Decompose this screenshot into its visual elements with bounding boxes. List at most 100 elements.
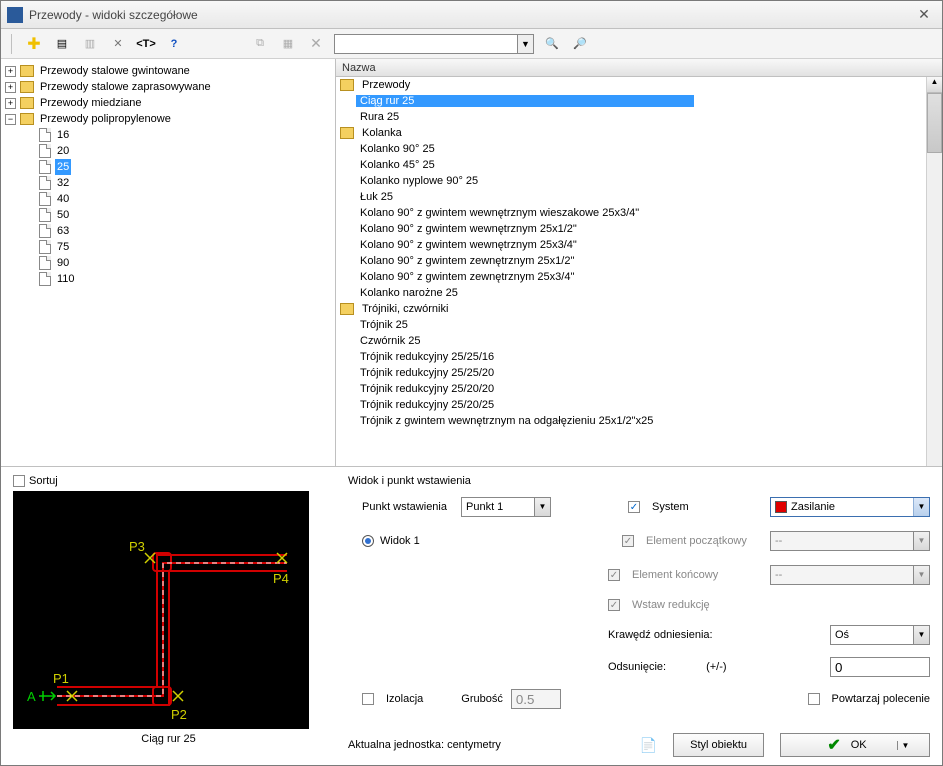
- props-section-title: Widok i punkt wstawienia: [348, 475, 930, 487]
- expand-icon[interactable]: +: [5, 98, 16, 109]
- copy-icon[interactable]: ⧉: [250, 34, 270, 54]
- collapse-icon[interactable]: −: [5, 114, 16, 125]
- list-icon[interactable]: ▥: [80, 34, 100, 54]
- punkt-label: Punkt wstawienia: [362, 501, 447, 513]
- list-item[interactable]: Trójnik z gwintem wewnętrznym na odgałęz…: [336, 413, 942, 429]
- widok-radio[interactable]: [362, 535, 374, 547]
- krawedz-combo[interactable]: Oś ▼: [830, 625, 930, 645]
- tree-panel: +Przewody stalowe gwintowane+Przewody st…: [1, 59, 336, 466]
- paste-icon[interactable]: ▦: [278, 34, 298, 54]
- list-item[interactable]: Trójnik redukcyjny 25/20/20: [336, 381, 942, 397]
- tree-item[interactable]: 16: [5, 127, 331, 143]
- list-group[interactable]: Trójniki, czwórniki: [336, 301, 942, 317]
- list-label: Trójnik redukcyjny 25/20/25: [356, 399, 498, 411]
- list-label: Czwórnik 25: [356, 335, 425, 347]
- detail-icon[interactable]: ▤: [52, 34, 72, 54]
- list-item[interactable]: Rura 25: [336, 109, 942, 125]
- close-button[interactable]: ✕: [912, 5, 936, 25]
- list-group[interactable]: Przewody: [336, 77, 942, 93]
- tree-label: 90: [55, 255, 71, 271]
- tools-icon[interactable]: ✕: [108, 34, 128, 54]
- text-icon[interactable]: <T>: [136, 34, 156, 54]
- chevron-down-icon: ▼: [913, 532, 929, 550]
- list-item[interactable]: Kolanko 90° 25: [336, 141, 942, 157]
- tree-item[interactable]: 90: [5, 255, 331, 271]
- tree-item[interactable]: 75: [5, 239, 331, 255]
- list-item[interactable]: Kolano 90° z gwintem wewnętrznym 25x1/2": [336, 221, 942, 237]
- file-icon: [39, 272, 51, 286]
- find-icon[interactable]: 🔎: [570, 34, 590, 54]
- list-item[interactable]: Trójnik redukcyjny 25/20/25: [336, 397, 942, 413]
- filter-combo[interactable]: ▼: [334, 34, 534, 54]
- expand-icon[interactable]: +: [5, 66, 16, 77]
- list-item[interactable]: Trójnik 25: [336, 317, 942, 333]
- tree-item[interactable]: 40: [5, 191, 331, 207]
- list-item[interactable]: Kolanko nyplowe 90° 25: [336, 173, 942, 189]
- list-item[interactable]: Kolanko narożne 25: [336, 285, 942, 301]
- list-item[interactable]: Kolano 90° z gwintem zewnętrznym 25x1/2": [336, 253, 942, 269]
- list-header[interactable]: Nazwa: [336, 59, 942, 77]
- list-group[interactable]: Kolanka: [336, 125, 942, 141]
- list-item[interactable]: Kolano 90° z gwintem wewnętrznym 25x3/4": [336, 237, 942, 253]
- list-item[interactable]: Trójnik redukcyjny 25/25/20: [336, 365, 942, 381]
- system-combo[interactable]: Zasilanie ▼: [770, 497, 930, 517]
- preview-p4-label: P4: [273, 571, 289, 586]
- tree-folder[interactable]: +Przewody stalowe zaprasowywane: [5, 79, 331, 95]
- system-checkbox[interactable]: [628, 501, 640, 513]
- folder-icon: [340, 127, 354, 139]
- list-item[interactable]: Czwórnik 25: [336, 333, 942, 349]
- list-label: Kolanko narożne 25: [356, 287, 462, 299]
- tree-item[interactable]: 20: [5, 143, 331, 159]
- search-icon[interactable]: 🔍: [542, 34, 562, 54]
- folder-icon: [20, 81, 34, 93]
- folder-icon: [20, 97, 34, 109]
- check-icon: ✔: [827, 735, 840, 755]
- help-icon[interactable]: ?: [164, 34, 184, 54]
- tree-item[interactable]: 50: [5, 207, 331, 223]
- list-item[interactable]: Kolano 90° z gwintem wewnętrznym wieszak…: [336, 205, 942, 221]
- izolacja-label: Izolacja: [386, 693, 423, 705]
- list-label: Kolanko 45° 25: [356, 159, 439, 171]
- list-body[interactable]: PrzewodyCiąg rur 25Rura 25KolankaKolanko…: [336, 77, 942, 466]
- tree-folder[interactable]: − Przewody polipropylenowe: [5, 111, 331, 127]
- izolacja-checkbox[interactable]: [362, 693, 374, 705]
- tree-item[interactable]: 25: [5, 159, 331, 175]
- list-item[interactable]: Kolano 90° z gwintem zewnętrznym 25x3/4": [336, 269, 942, 285]
- elem-kon-combo: -- ▼: [770, 565, 930, 585]
- list-item[interactable]: Trójnik redukcyjny 25/25/16: [336, 349, 942, 365]
- list-item[interactable]: Łuk 25: [336, 189, 942, 205]
- punkt-combo[interactable]: Punkt 1 ▼: [461, 497, 551, 517]
- styl-icon[interactable]: 📄: [640, 737, 657, 754]
- delete-icon[interactable]: ✕: [306, 34, 326, 54]
- preview-column: Sortuj: [1, 467, 336, 765]
- odsun-input[interactable]: [830, 657, 930, 677]
- expand-icon[interactable]: +: [5, 82, 16, 93]
- ok-button[interactable]: ✔ OK ▼: [780, 733, 930, 757]
- sortuj-checkbox[interactable]: [13, 475, 25, 487]
- tree-item[interactable]: 110: [5, 271, 331, 287]
- styl-button[interactable]: Styl obiektu: [673, 733, 764, 757]
- list-item[interactable]: Kolanko 45° 25: [336, 157, 942, 173]
- category-tree[interactable]: +Przewody stalowe gwintowane+Przewody st…: [1, 59, 335, 466]
- grubosc-label: Grubość: [461, 693, 503, 705]
- tree-folder[interactable]: +Przewody stalowe gwintowane: [5, 63, 331, 79]
- list-label: Kolanko nyplowe 90° 25: [356, 175, 482, 187]
- tree-label: Przewody polipropylenowe: [38, 111, 173, 127]
- add-icon[interactable]: ✚: [24, 34, 44, 54]
- elem-kon-checkbox: [608, 569, 620, 581]
- scrollbar[interactable]: ▲: [926, 77, 942, 466]
- tree-item[interactable]: 32: [5, 175, 331, 191]
- tree-folder[interactable]: +Przewody miedziane: [5, 95, 331, 111]
- list-item[interactable]: Ciąg rur 25: [336, 93, 942, 109]
- file-icon: [39, 192, 51, 206]
- file-icon: [39, 160, 51, 174]
- properties-column: Widok i punkt wstawienia Punkt wstawieni…: [336, 467, 942, 765]
- tree-label: 75: [55, 239, 71, 255]
- widok-label: Widok 1: [380, 535, 420, 547]
- tree-item[interactable]: 63: [5, 223, 331, 239]
- file-icon: [39, 144, 51, 158]
- folder-icon: [340, 303, 354, 315]
- powtarzaj-checkbox[interactable]: [808, 693, 820, 705]
- wstaw-red-checkbox: [608, 599, 620, 611]
- toolbar: ✚ ▤ ▥ ✕ <T> ? ⧉ ▦ ✕ ▼ 🔍 🔎: [1, 29, 942, 59]
